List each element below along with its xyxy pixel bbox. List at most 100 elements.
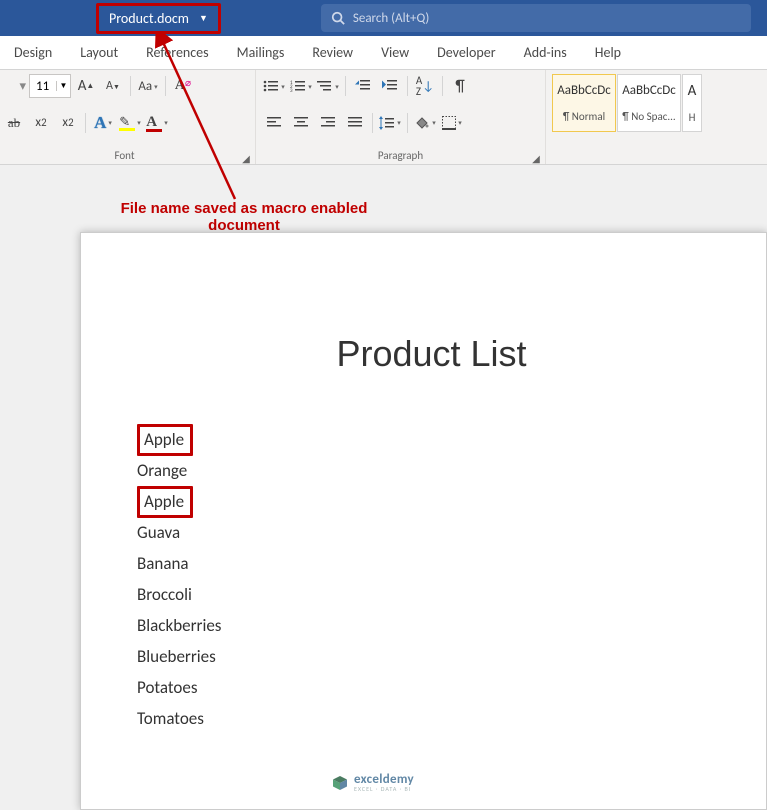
font-color-button[interactable]: A ▾: [145, 111, 169, 135]
subscript-button[interactable]: x2: [29, 111, 53, 135]
ribbon-tabs: Design Layout References Mailings Review…: [0, 36, 767, 70]
product-text: Apple: [137, 486, 193, 518]
font-group: ▾ 11 ▼ A▲ A▼ Aa▾ A⌀ ab x2 x2 A▾ ✎: [0, 70, 256, 164]
indent-icon: [382, 79, 398, 93]
paragraph-group-label: Paragraph ◢: [262, 147, 539, 162]
list-item: Apple: [137, 431, 726, 448]
align-right-button[interactable]: [316, 111, 340, 135]
numbering-button[interactable]: 123 ▾: [289, 74, 313, 98]
product-text: Orange: [137, 460, 187, 481]
highlight-button[interactable]: ✎ ▾: [118, 111, 142, 135]
style-preview: AaBbCcDc: [557, 83, 611, 98]
bullets-button[interactable]: ▾: [262, 74, 286, 98]
font-group-label: Font ◢: [0, 147, 249, 162]
borders-icon: [442, 116, 456, 130]
align-center-button[interactable]: [289, 111, 313, 135]
list-item: Broccoli: [137, 586, 726, 603]
sort-button[interactable]: AZ↓: [413, 74, 437, 98]
line-spacing-button[interactable]: ▾: [378, 111, 402, 135]
chevron-down-icon: ▼: [56, 81, 70, 91]
product-text: Banana: [137, 553, 189, 574]
font-size-combo[interactable]: 11 ▼: [29, 74, 71, 98]
document-body[interactable]: Product List Apple Orange Apple Guava Banana…: [81, 233, 766, 761]
product-text: Apple: [137, 424, 193, 456]
product-text: Tomatoes: [137, 708, 204, 729]
product-text: Guava: [137, 522, 180, 543]
document-page[interactable]: Product List Apple Orange Apple Guava Banana…: [80, 232, 767, 810]
decrease-font-button[interactable]: A▼: [101, 74, 125, 98]
tab-mailings[interactable]: Mailings: [223, 36, 299, 69]
document-filename: Product.docm: [109, 10, 189, 27]
separator: [407, 76, 408, 96]
separator: [407, 113, 408, 133]
text-effects-button[interactable]: A▾: [91, 111, 115, 135]
product-text: Blueberries: [137, 646, 216, 667]
search-icon: [331, 11, 345, 25]
list-item: Guava: [137, 524, 726, 541]
search-box[interactable]: Search (Alt+Q): [321, 4, 751, 32]
increase-indent-button[interactable]: [378, 74, 402, 98]
product-text: Broccoli: [137, 584, 192, 605]
search-placeholder: Search (Alt+Q): [353, 11, 429, 26]
paint-bucket-icon: [414, 116, 430, 130]
multilevel-list-button[interactable]: ▾: [316, 74, 340, 98]
separator: [345, 76, 346, 96]
strikethrough-button[interactable]: ab: [2, 111, 26, 135]
ribbon: ▾ 11 ▼ A▲ A▼ Aa▾ A⌀ ab x2 x2 A▾ ✎: [0, 70, 767, 165]
justify-icon: [348, 117, 362, 129]
increase-font-button[interactable]: A▲: [74, 74, 98, 98]
align-left-icon: [267, 117, 281, 129]
product-text: Potatoes: [137, 677, 197, 698]
cube-icon: [332, 775, 348, 791]
style-name: ¶ Normal: [563, 110, 605, 123]
svg-text:3: 3: [290, 88, 293, 93]
borders-button[interactable]: ▾: [440, 111, 464, 135]
align-center-icon: [294, 117, 308, 129]
font-size-value: 11: [30, 79, 56, 94]
tab-references[interactable]: References: [132, 36, 222, 69]
dialog-launcher-icon[interactable]: ◢: [241, 152, 251, 162]
watermark-subtitle: EXCEL · DATA · BI: [354, 785, 414, 793]
separator: [130, 76, 131, 96]
document-title-dropdown[interactable]: Product.docm ▼: [96, 3, 221, 34]
shading-button[interactable]: ▾: [413, 111, 437, 135]
list-item: Tomatoes: [137, 710, 726, 727]
separator: [442, 76, 443, 96]
document-heading: Product List: [137, 333, 726, 375]
list-item: Blueberries: [137, 648, 726, 665]
style-normal[interactable]: AaBbCcDc ¶ Normal: [552, 74, 616, 132]
annotation-callout: File name saved as macro enabled documen…: [104, 200, 384, 235]
chevron-down-icon: ▼: [199, 13, 208, 24]
list-item: Banana: [137, 555, 726, 572]
style-heading[interactable]: A H: [682, 74, 702, 132]
change-case-button[interactable]: Aa▾: [136, 74, 160, 98]
styles-group: AaBbCcDc ¶ Normal AaBbCcDc ¶ No Spac... …: [546, 70, 702, 164]
annotation-text-line1: File name saved as macro enabled: [121, 200, 368, 217]
numbering-icon: 123: [290, 79, 306, 93]
list-item: Apple: [137, 493, 726, 510]
align-left-button[interactable]: [262, 111, 286, 135]
align-right-icon: [321, 117, 335, 129]
font-dropdown-caret[interactable]: ▾: [2, 74, 26, 98]
clear-formatting-button[interactable]: A⌀: [171, 74, 195, 98]
decrease-indent-button[interactable]: [351, 74, 375, 98]
tab-developer[interactable]: Developer: [423, 36, 509, 69]
style-preview: A: [688, 82, 697, 100]
tab-addins[interactable]: Add-ins: [510, 36, 581, 69]
superscript-button[interactable]: x2: [56, 111, 80, 135]
line-spacing-icon: [379, 116, 395, 130]
tab-layout[interactable]: Layout: [66, 36, 132, 69]
tab-review[interactable]: Review: [298, 36, 367, 69]
paragraph-group: ▾ 123 ▾ ▾ AZ↓ ¶: [256, 70, 546, 164]
tab-view[interactable]: View: [367, 36, 423, 69]
separator: [372, 113, 373, 133]
styles-gallery[interactable]: AaBbCcDc ¶ Normal AaBbCcDc ¶ No Spac... …: [552, 74, 702, 132]
list-item: Orange: [137, 462, 726, 479]
tab-design[interactable]: Design: [0, 36, 66, 69]
outdent-icon: [355, 79, 371, 93]
tab-help[interactable]: Help: [581, 36, 635, 69]
dialog-launcher-icon[interactable]: ◢: [531, 152, 541, 162]
style-no-spacing[interactable]: AaBbCcDc ¶ No Spac...: [617, 74, 681, 132]
justify-button[interactable]: [343, 111, 367, 135]
show-marks-button[interactable]: ¶: [448, 74, 472, 98]
